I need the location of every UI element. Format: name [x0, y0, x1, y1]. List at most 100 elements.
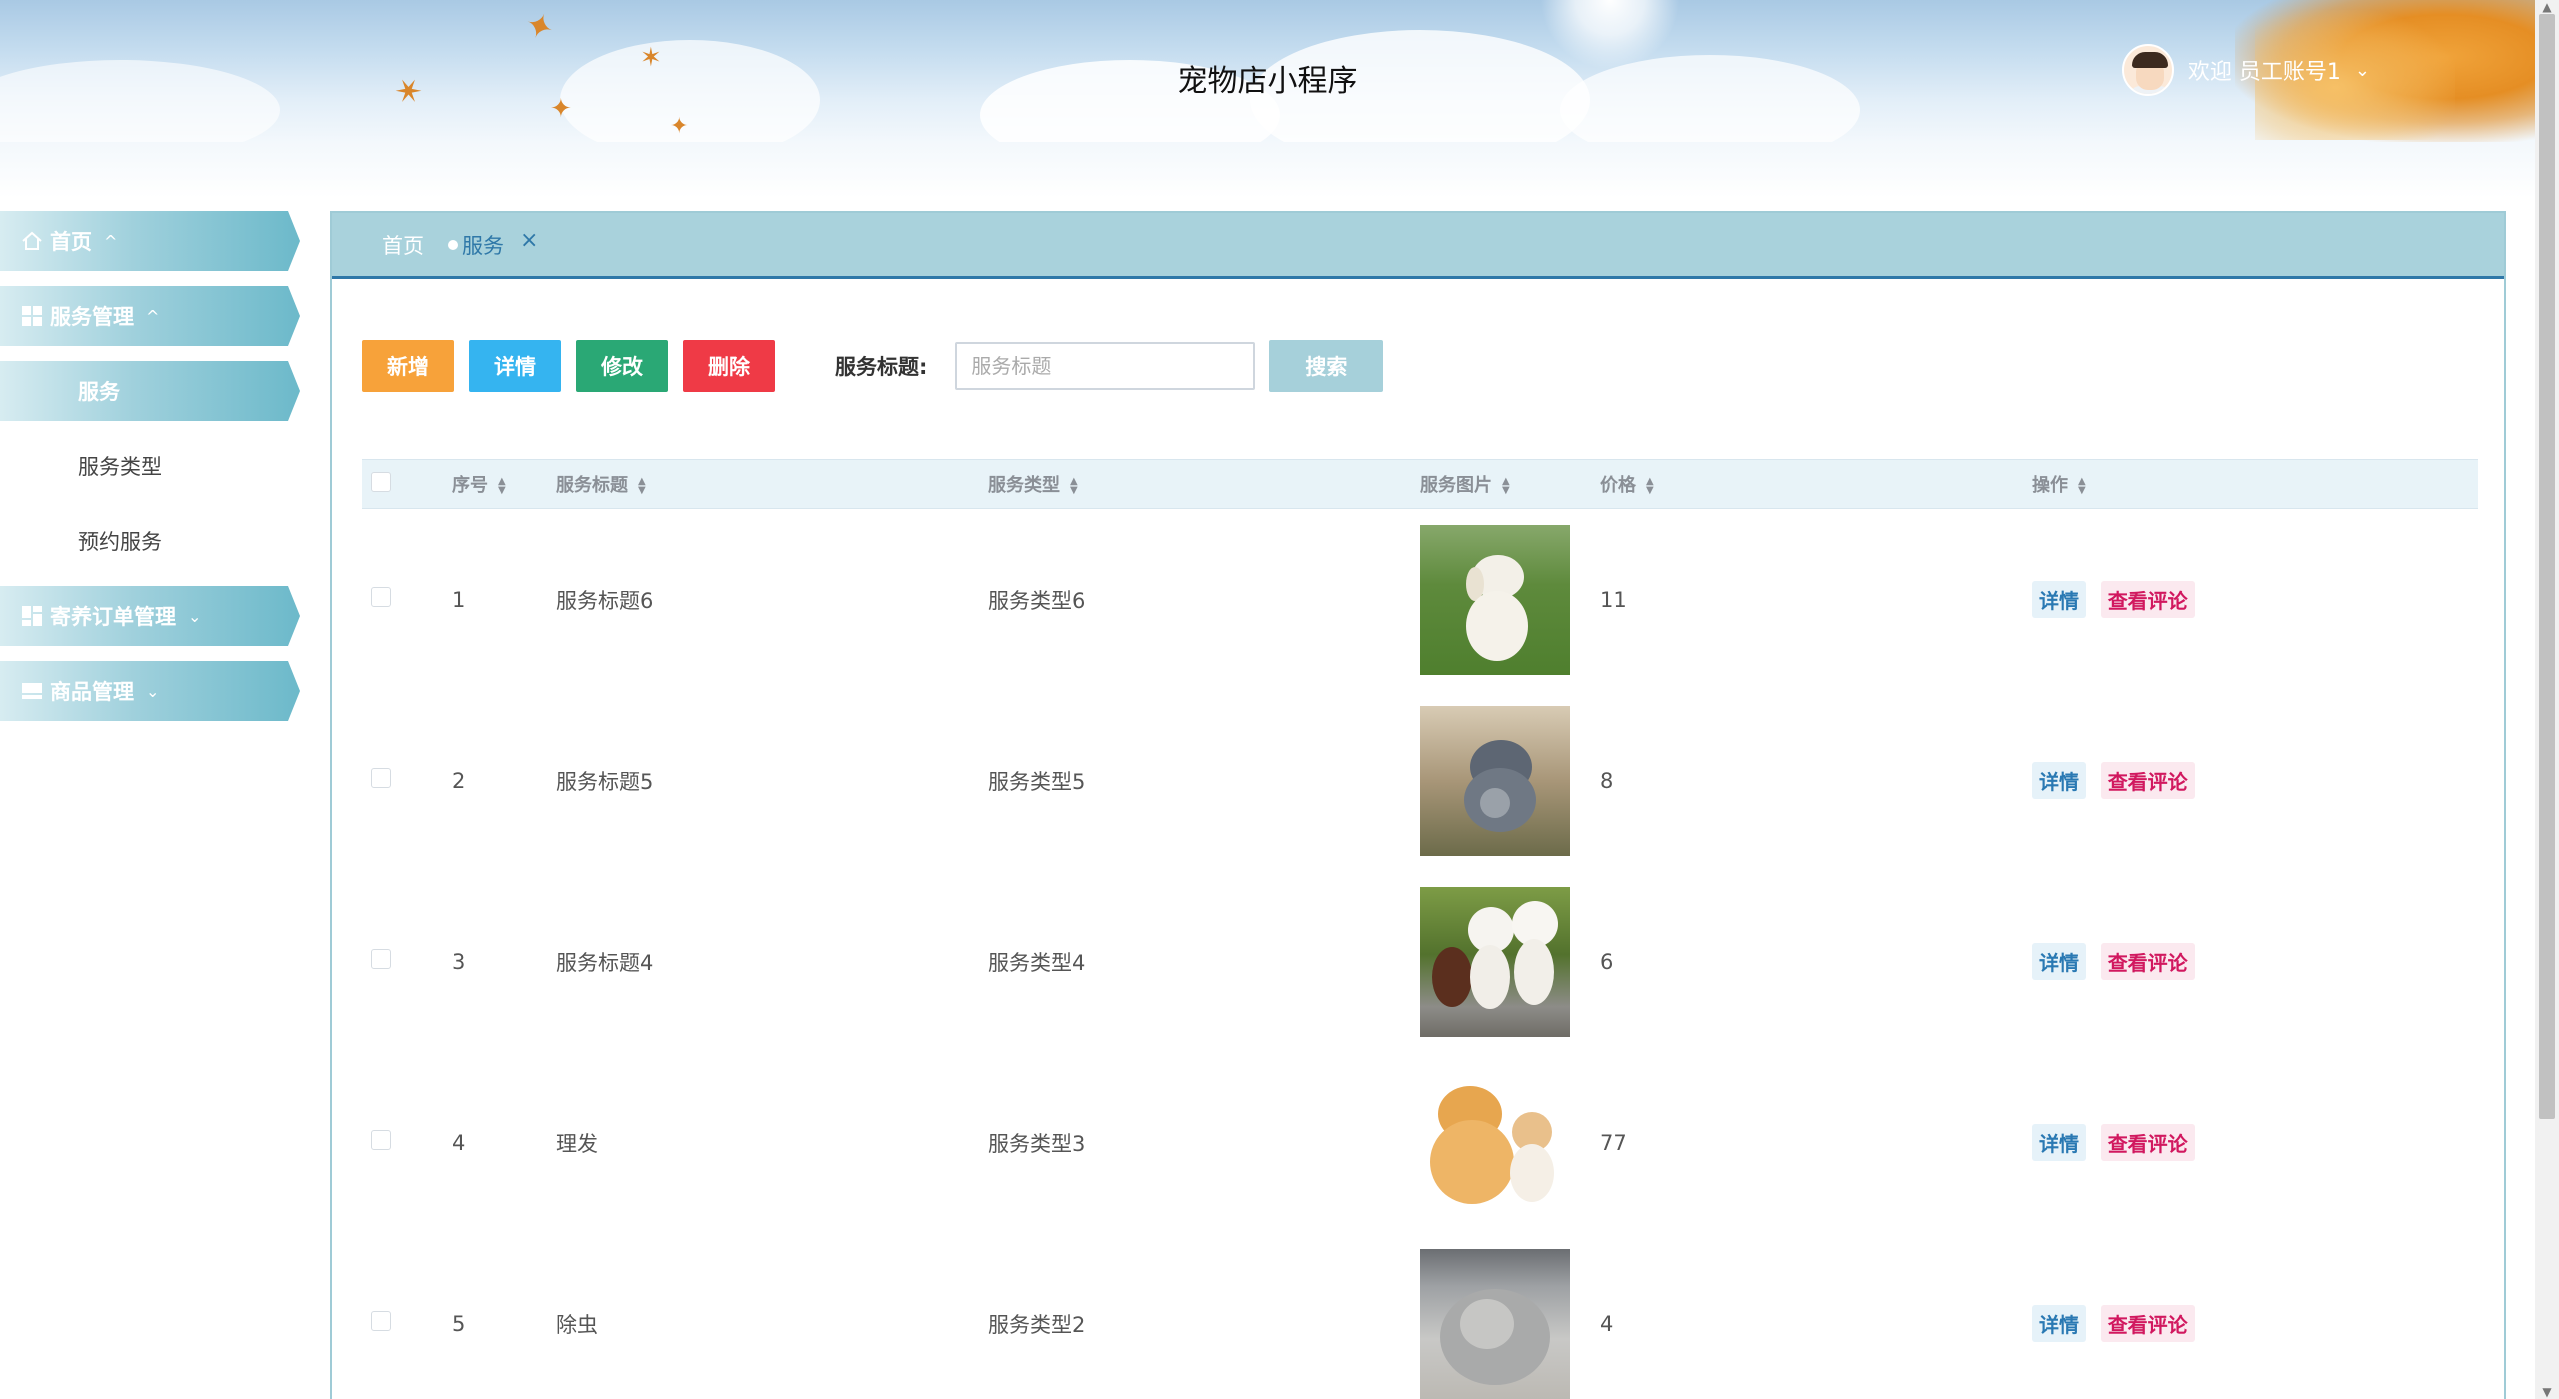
row-review-button[interactable]: 查看评论 [2100, 581, 2195, 618]
toolbar: 新增 详情 修改 删除 服务标题: 搜索 [362, 340, 1398, 392]
column-header[interactable]: 序号 ▲ ▼ [452, 471, 556, 497]
row-checkbox[interactable] [371, 949, 391, 969]
row-review-button[interactable]: 查看评论 [2100, 943, 2195, 980]
user-menu[interactable]: 欢迎 员工账号1 ⌄ [2121, 44, 2370, 96]
cell-price: 77 [1600, 1130, 1627, 1155]
delete-button[interactable]: 删除 [683, 340, 775, 392]
search-input[interactable] [955, 342, 1256, 390]
chevron-down-icon: ⌄ [188, 606, 202, 626]
service-image [1420, 1067, 1570, 1218]
service-table: 序号 ▲ ▼ 服务标题 ▲ ▼ 服务类型 ▲ ▼ 服务图片 ▲ ▼ 价格 ▲ ▼ 操作 ▲ ▼ 1 服务… [362, 459, 2478, 1399]
row-detail-button[interactable]: 详情 [2032, 762, 2086, 799]
search-label: 服务标题: [835, 355, 928, 379]
cell-title: 理发 [556, 1131, 598, 1156]
tab-home[interactable]: 首页 [382, 230, 424, 260]
table-row[interactable]: 5 除虫 服务类型2 4 详情 查看评论 [362, 1233, 2478, 1399]
sidebar: 首页 ^ 服务管理 ^ 服务 服务类型 预约服务 寄养订单管理 ⌄ 商品管理 ⌄ [0, 211, 300, 736]
row-detail-button[interactable]: 详情 [2032, 1124, 2086, 1161]
detail-button[interactable]: 详情 [469, 340, 561, 392]
tabs-bar: 首页 服务 × [332, 213, 2504, 279]
cell-title: 服务标题5 [556, 769, 654, 794]
row-checkbox[interactable] [371, 1311, 391, 1331]
sidebar-item-product-management[interactable]: 商品管理 ⌄ [0, 661, 300, 721]
cell-title: 服务标题4 [556, 950, 654, 975]
panel-icon [20, 679, 44, 703]
grid-icon [20, 604, 44, 628]
tab-label: 服务 [462, 233, 504, 258]
table-row[interactable]: 4 理发 服务类型3 77 详情 查看评论 [362, 1052, 2478, 1233]
chevron-up-icon: ^ [146, 306, 160, 326]
sidebar-item-home[interactable]: 首页 ^ [0, 211, 300, 271]
cell-price: 4 [1600, 1311, 1614, 1336]
select-all-checkbox[interactable] [371, 471, 391, 492]
close-icon[interactable]: × [520, 228, 538, 253]
header-strip [0, 142, 2535, 198]
sort-icon: ▲ ▼ [1502, 476, 1510, 496]
scrollbar-thumb[interactable] [2539, 14, 2555, 1119]
active-dot-icon [448, 239, 458, 250]
sidebar-item-label: 预约服务 [78, 530, 162, 554]
column-header[interactable]: 操作 ▲ ▼ [2032, 471, 2478, 497]
sort-icon: ▲ ▼ [1646, 476, 1654, 496]
sort-icon: ▲ ▼ [2078, 476, 2086, 496]
row-checkbox[interactable] [371, 1130, 391, 1150]
sidebar-item-label: 服务类型 [78, 455, 162, 479]
cell-type: 服务类型4 [988, 950, 1086, 975]
column-header[interactable]: 服务类型 ▲ ▼ [988, 471, 1420, 497]
page-scrollbar[interactable]: ▲ ▼ [2535, 0, 2559, 1399]
row-checkbox[interactable] [371, 587, 391, 607]
scroll-down-icon[interactable]: ▼ [2535, 1385, 2559, 1399]
cell-index: 3 [452, 949, 466, 974]
row-detail-button[interactable]: 详情 [2032, 1305, 2086, 1342]
sidebar-item-service[interactable]: 服务 [0, 361, 300, 421]
cell-type: 服务类型2 [988, 1312, 1086, 1337]
leaf-icon: ✦ [519, 3, 560, 51]
table-header: 序号 ▲ ▼ 服务标题 ▲ ▼ 服务类型 ▲ ▼ 服务图片 ▲ ▼ 价格 ▲ ▼ 操作 ▲ ▼ [362, 459, 2478, 509]
row-review-button[interactable]: 查看评论 [2100, 1124, 2195, 1161]
sidebar-item-boarding-orders[interactable]: 寄养订单管理 ⌄ [0, 586, 300, 646]
sidebar-item-label: 服务管理 [50, 305, 134, 329]
column-header[interactable]: 服务图片 ▲ ▼ [1420, 471, 1600, 497]
cell-type: 服务类型5 [988, 769, 1086, 794]
cell-price: 6 [1600, 949, 1614, 974]
cell-index: 1 [452, 587, 466, 612]
sidebar-item-label: 商品管理 [50, 680, 134, 704]
cell-title: 服务标题6 [556, 588, 654, 613]
table-row[interactable]: 1 服务标题6 服务类型6 11 详情 查看评论 [362, 509, 2478, 690]
search-button[interactable]: 搜索 [1269, 340, 1384, 392]
chevron-down-icon: ⌄ [146, 681, 160, 701]
welcome-text: 欢迎 员工账号1 [2187, 60, 2341, 85]
header-banner: ✦ ✶ ✦ ✶ ✦ 宠物店小程序 欢迎 员工账号1 ⌄ [0, 0, 2535, 142]
column-header[interactable]: 价格 ▲ ▼ [1600, 471, 2032, 497]
service-image [1420, 524, 1570, 675]
sort-icon: ▲ ▼ [498, 476, 506, 496]
row-review-button[interactable]: 查看评论 [2100, 762, 2195, 799]
cell-type: 服务类型3 [988, 1131, 1086, 1156]
table-row[interactable]: 3 服务标题4 服务类型4 6 详情 查看评论 [362, 871, 2478, 1052]
cell-index: 4 [452, 1130, 466, 1155]
sidebar-item-service-management[interactable]: 服务管理 ^ [0, 286, 300, 346]
row-detail-button[interactable]: 详情 [2032, 943, 2086, 980]
cell-index: 5 [452, 1311, 466, 1336]
sidebar-item-label: 寄养订单管理 [50, 605, 176, 629]
add-button[interactable]: 新增 [362, 340, 454, 392]
sort-icon: ▲ ▼ [1070, 476, 1078, 496]
table-row[interactable]: 2 服务标题5 服务类型5 8 详情 查看评论 [362, 690, 2478, 871]
column-header[interactable]: 服务标题 ▲ ▼ [556, 471, 988, 497]
service-image [1420, 705, 1570, 856]
row-detail-button[interactable]: 详情 [2032, 581, 2086, 618]
sidebar-item-service-type[interactable]: 服务类型 [0, 436, 300, 496]
tab-service[interactable]: 服务 × [448, 228, 538, 260]
edit-button[interactable]: 修改 [576, 340, 668, 392]
sort-icon: ▲ ▼ [638, 476, 646, 496]
avatar [2121, 44, 2174, 96]
main-panel: 首页 服务 × 新增 详情 修改 删除 服务标题: 搜索 序号▲▼ 服务标题▲▼… [330, 211, 2506, 1399]
row-checkbox[interactable] [371, 768, 391, 788]
chevron-up-icon: ^ [104, 231, 118, 251]
cell-type: 服务类型6 [988, 588, 1086, 613]
row-review-button[interactable]: 查看评论 [2100, 1305, 2195, 1342]
home-icon [20, 229, 44, 253]
sidebar-item-booking-service[interactable]: 预约服务 [0, 511, 300, 571]
scroll-up-icon[interactable]: ▲ [2535, 0, 2559, 14]
chevron-down-icon: ⌄ [2354, 59, 2370, 81]
